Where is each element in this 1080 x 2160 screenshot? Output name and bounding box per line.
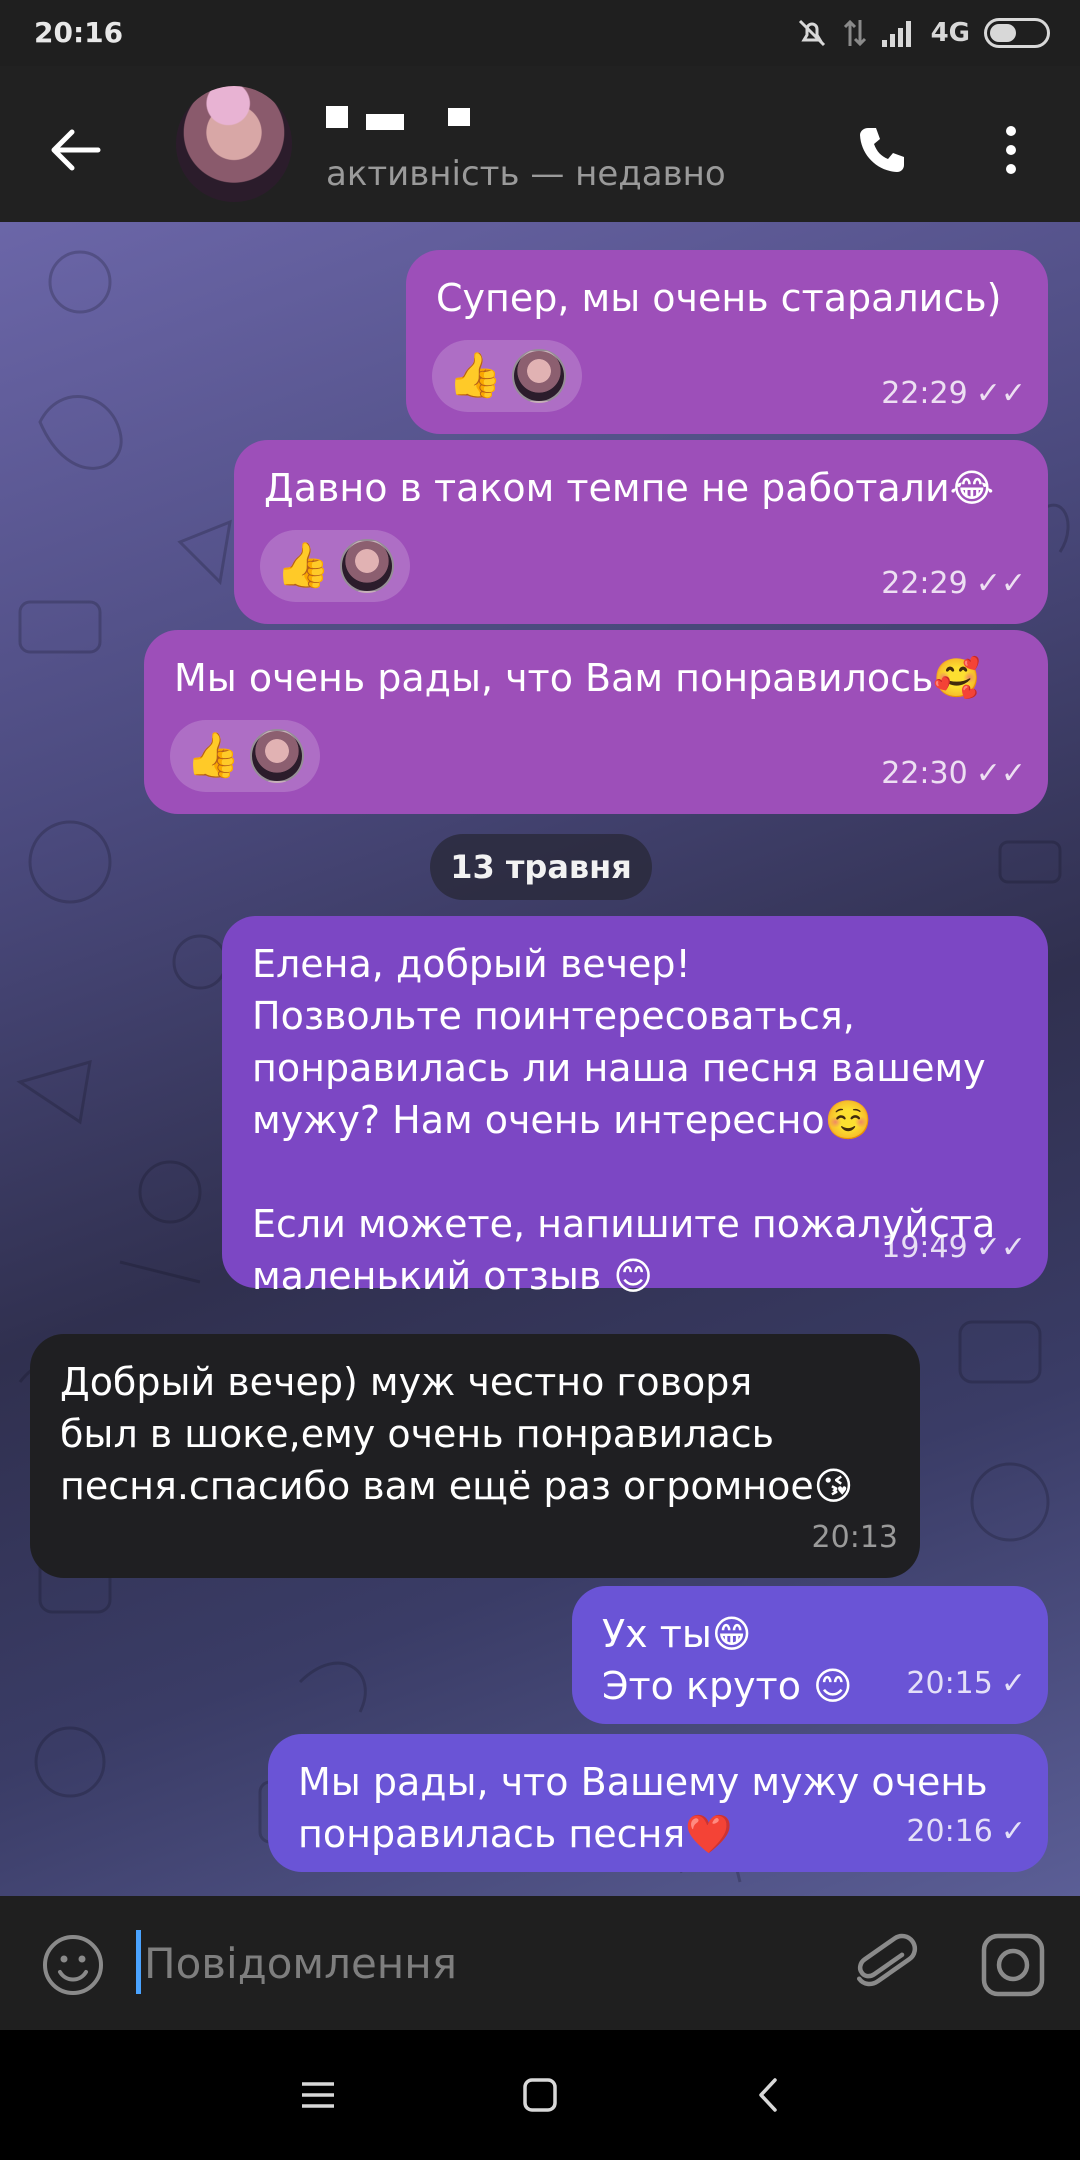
home-icon [523,2078,557,2112]
outgoing-message[interactable]: Мы рады, что Вашему мужу очень понравила… [268,1734,1048,1872]
home-button[interactable] [505,2060,575,2130]
message-time: 20:15 [906,1666,993,1701]
mute-icon [795,16,829,50]
message-text: Мы очень рады, что Вам понравилось🥰 [174,656,981,700]
outgoing-message[interactable]: Супер, мы очень старались) 👍 22:29 ✓✓ [406,250,1048,434]
recents-button[interactable] [283,2060,353,2130]
message-reaction[interactable]: 👍 [432,340,582,412]
call-button[interactable] [842,110,922,190]
message-reaction[interactable]: 👍 [260,530,410,602]
double-check-icon: ✓✓ [975,756,1026,791]
message-text: Добрый вечер) муж честно говоря был в шо… [60,1360,854,1508]
message-meta: 19:49 ✓✓ [881,1222,1026,1274]
attach-icon [856,1933,918,1987]
status-time: 20:16 [34,16,124,49]
message-meta: 22:29 ✓✓ [881,368,1026,420]
incoming-message[interactable]: Добрый вечер) муж честно говоря был в шо… [30,1334,920,1578]
check-icon: ✓ [1000,1666,1026,1701]
more-vertical-icon [1006,126,1016,174]
double-check-icon: ✓✓ [975,376,1026,411]
message-meta: 20:13 [812,1512,898,1564]
text-cursor [136,1930,141,1994]
message-meta: 20:16 ✓ [906,1806,1026,1858]
double-check-icon: ✓✓ [975,1230,1026,1265]
message-input[interactable] [144,1924,814,2002]
message-input-wrapper[interactable] [136,1924,816,2002]
message-time: 22:30 [881,756,968,791]
message-reaction[interactable]: 👍 [170,720,320,792]
network-type: 4G [930,18,970,48]
back-arrow-icon [51,129,101,171]
outgoing-message[interactable]: Мы очень рады, что Вам понравилось🥰 👍 22… [144,630,1048,814]
status-icons: 4G [795,14,1050,52]
phone-icon [860,128,904,172]
more-options-button[interactable] [976,110,1046,190]
message-time: 20:16 [906,1814,993,1849]
outgoing-message[interactable]: Елена, добрый вечер! Позвольте поинтерес… [222,916,1048,1298]
data-transfer-icon [843,16,867,50]
message-time: 19:49 [881,1230,968,1265]
check-icon: ✓ [1000,1814,1026,1849]
reactor-avatar [512,349,566,403]
system-nav-bar [0,2030,1080,2160]
emoji-button[interactable] [38,1930,108,2000]
message-meta: 20:15 ✓ [906,1658,1026,1710]
message-meta: 22:29 ✓✓ [881,558,1026,610]
battery-icon [984,18,1050,48]
reactor-avatar [250,729,304,783]
contact-status: активність — недавно [326,154,726,194]
outgoing-message[interactable]: Давно в таком темпе не работали😂 👍 22:29… [234,440,1048,624]
chat-area[interactable]: Супер, мы очень старались) 👍 22:29 ✓✓ Да… [0,222,1080,1896]
message-time: 20:13 [811,1520,898,1555]
chat-header: активність — недавно [0,66,1080,222]
menu-icon [302,2082,334,2108]
thumbs-up-icon: 👍 [275,540,331,591]
camera-button[interactable] [978,1930,1048,2000]
double-check-icon: ✓✓ [975,566,1026,601]
back-nav-icon [759,2078,777,2112]
message-time: 22:29 [881,566,968,601]
back-nav-button[interactable] [733,2060,803,2130]
message-text: Супер, мы очень старались) [436,276,1002,320]
message-input-bar [0,1896,1080,2030]
reactor-avatar [340,539,394,593]
back-button[interactable] [36,110,116,190]
attach-button[interactable] [848,1928,922,2002]
outgoing-message[interactable]: Ух ты😁 Это круто 😊 20:15 ✓ [572,1586,1048,1724]
thumbs-up-icon: 👍 [185,730,241,781]
camera-icon [981,1933,1045,1997]
message-time: 22:29 [881,376,968,411]
date-separator: 13 травня [430,834,652,900]
message-meta: 22:30 ✓✓ [881,748,1026,800]
emoji-icon [43,1935,103,1995]
message-text: Давно в таком темпе не работали😂 [264,466,995,510]
contact-avatar[interactable] [176,86,292,202]
status-bar: 20:16 4G [0,0,1080,66]
contact-name-redacted[interactable] [326,90,470,144]
signal-icon [881,18,917,48]
thumbs-up-icon: 👍 [447,350,503,401]
